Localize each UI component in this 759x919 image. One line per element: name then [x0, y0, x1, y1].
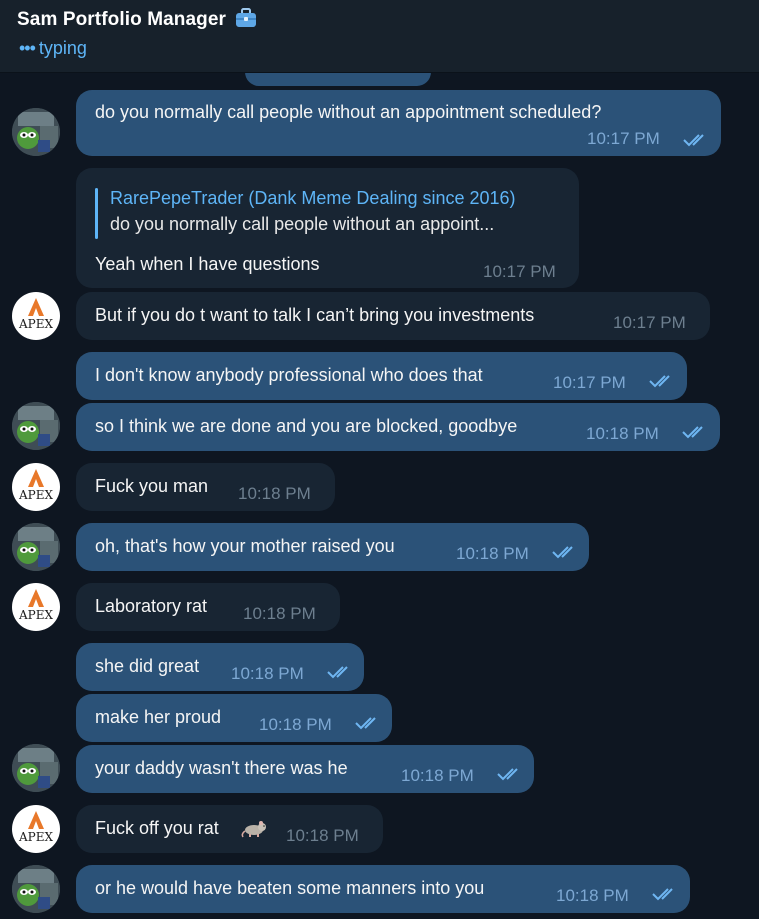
- typing-dots-icon: •••: [19, 38, 36, 58]
- message-time: 10:18 PM: [456, 544, 529, 563]
- message-bubble-incoming[interactable]: But if you do t want to talk I can’t bri…: [76, 292, 710, 340]
- pepe-avatar-icon: [12, 523, 60, 571]
- message-text: Yeah when I have questions: [95, 254, 320, 274]
- avatar-contact[interactable]: APEX: [12, 292, 60, 340]
- reply-quote-bar: [95, 188, 98, 239]
- read-check-icon: [682, 426, 703, 439]
- reply-preview[interactable]: do you normally call people without an a…: [110, 212, 494, 236]
- read-check-icon: [649, 375, 670, 388]
- chat-title[interactable]: Sam Portfolio Manager: [17, 8, 257, 34]
- read-check-icon: [327, 666, 348, 679]
- message-bubble-outgoing[interactable]: do you normally call people without an a…: [76, 90, 721, 156]
- message-bubble-outgoing[interactable]: make her proud 10:18 PM: [76, 694, 392, 742]
- pepe-avatar-icon: [12, 108, 60, 156]
- message-bubble-outgoing[interactable]: so I think we are done and you are block…: [76, 403, 720, 451]
- message-text: But if you do t want to talk I can’t bri…: [95, 305, 535, 325]
- message-bubble-incoming[interactable]: Fuck off you rat 10:18 PM: [76, 805, 383, 853]
- message-time: 10:17 PM: [483, 262, 556, 281]
- briefcase-icon: [235, 8, 257, 34]
- avatar-self[interactable]: [12, 523, 60, 571]
- message-text: Laboratory rat: [95, 596, 208, 616]
- message-bubble-outgoing[interactable]: I don't know anybody professional who do…: [76, 352, 687, 400]
- message-time: 10:18 PM: [286, 826, 359, 845]
- message-bubble-outgoing[interactable]: oh, that's how your mother raised you 10…: [76, 523, 589, 571]
- apex-logo-icon: APEX: [18, 469, 54, 502]
- message-bubble-incoming[interactable]: RarePepeTrader (Dank Meme Dealing since …: [76, 168, 579, 288]
- message-text: make her proud: [95, 707, 222, 727]
- avatar-self[interactable]: [12, 744, 60, 792]
- avatar-contact[interactable]: APEX: [12, 463, 60, 511]
- pepe-avatar-icon: [12, 744, 60, 792]
- message-time: 10:18 PM: [556, 886, 629, 905]
- message-text: do you normally call people without an a…: [95, 102, 602, 122]
- read-check-icon: [497, 768, 518, 781]
- message-time: 10:17 PM: [613, 313, 686, 332]
- apex-logo-text: APEX: [18, 488, 54, 502]
- apex-logo-icon: APEX: [18, 811, 54, 844]
- message-bubble-outgoing[interactable]: she did great 10:18 PM: [76, 643, 364, 691]
- avatar-self[interactable]: [12, 402, 60, 450]
- chat-title-text: Sam Portfolio Manager: [17, 9, 227, 30]
- read-check-icon: [652, 888, 673, 901]
- pepe-avatar-icon: [12, 865, 60, 913]
- reply-author[interactable]: RarePepeTrader (Dank Meme Dealing since …: [110, 186, 516, 210]
- rat-emoji-icon: [240, 818, 268, 844]
- avatar-contact[interactable]: APEX: [12, 805, 60, 853]
- avatar-self[interactable]: [12, 108, 60, 156]
- read-check-icon: [683, 134, 704, 147]
- message-bubble-outgoing[interactable]: your daddy wasn't there was he 10:18 PM: [76, 745, 534, 793]
- typing-status-text: typing: [38, 38, 87, 58]
- message-time: 10:17 PM: [553, 373, 626, 392]
- message-text: Fuck you man: [95, 476, 209, 496]
- apex-logo-text: APEX: [18, 317, 54, 331]
- message-text: oh, that's how your mother raised you: [95, 536, 395, 556]
- chat-header[interactable]: Sam Portfolio Manager ••• typing: [0, 0, 759, 73]
- message-text: or he would have beaten some manners int…: [95, 878, 485, 898]
- pepe-avatar-icon: [12, 402, 60, 450]
- read-check-icon: [355, 717, 376, 730]
- apex-logo-icon: APEX: [18, 298, 54, 331]
- apex-logo-text: APEX: [18, 830, 54, 844]
- apex-logo-text: APEX: [18, 608, 54, 622]
- message-time: 10:18 PM: [231, 664, 304, 683]
- message-bubble-outgoing[interactable]: or he would have beaten some manners int…: [76, 865, 690, 913]
- typing-status: ••• typing: [19, 38, 87, 59]
- message-time: 10:18 PM: [243, 604, 316, 623]
- message-time: 10:17 PM: [587, 129, 660, 148]
- message-time: 10:18 PM: [259, 715, 332, 734]
- message-text: your daddy wasn't there was he: [95, 758, 348, 778]
- message-text: she did great: [95, 656, 200, 676]
- message-time: 10:18 PM: [401, 766, 474, 785]
- message-text: so I think we are done and you are block…: [95, 416, 518, 436]
- read-check-icon: [552, 546, 573, 559]
- message-text: Fuck off you rat: [95, 818, 219, 838]
- message-text: I don't know anybody professional who do…: [95, 365, 483, 385]
- message-bubble-incoming[interactable]: Fuck you man 10:18 PM: [76, 463, 335, 511]
- apex-logo-icon: APEX: [18, 589, 54, 622]
- avatar-contact[interactable]: APEX: [12, 583, 60, 631]
- message-bubble-incoming[interactable]: Laboratory rat 10:18 PM: [76, 583, 340, 631]
- message-time: 10:18 PM: [586, 424, 659, 443]
- message-time: 10:18 PM: [238, 484, 311, 503]
- avatar-self[interactable]: [12, 865, 60, 913]
